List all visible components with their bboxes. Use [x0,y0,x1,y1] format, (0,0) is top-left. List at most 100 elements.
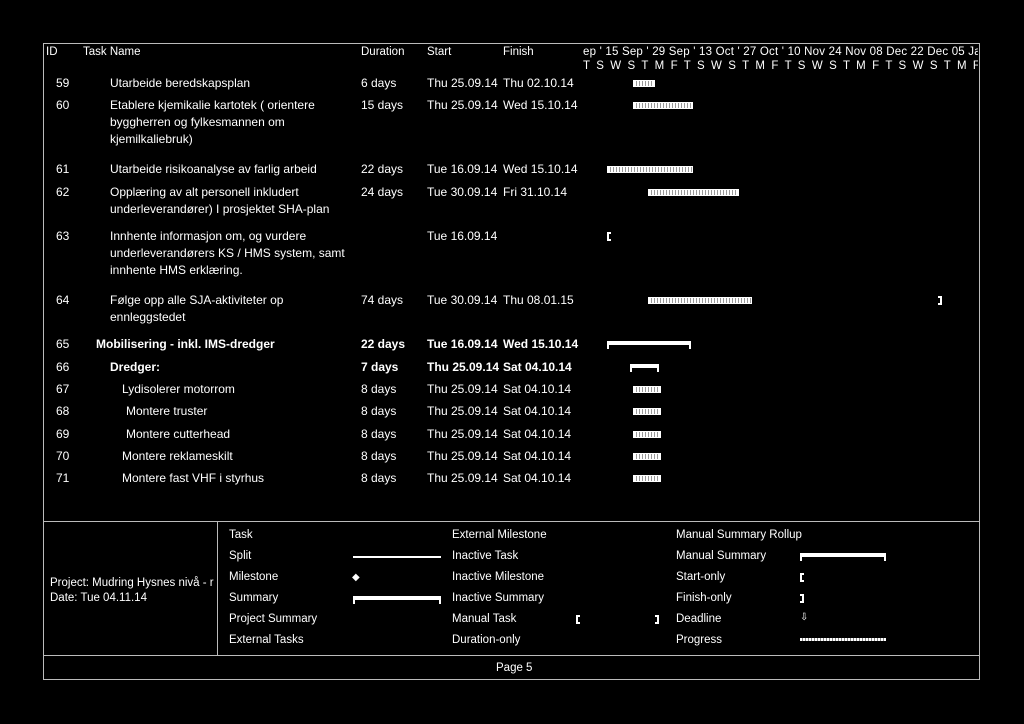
task-name[interactable]: Dredger: [110,359,355,376]
task-id: 69 [56,427,70,441]
task-id: 64 [56,293,70,307]
legend-label: Project Summary [229,613,318,625]
legend-label: Split [229,550,252,562]
task-bar[interactable] [647,189,740,196]
task-finish: Sat 04.10.14 [503,449,572,463]
col-start: Start [427,46,452,58]
task-duration: 8 days [361,404,397,418]
task-name[interactable]: Lydisolerer motorrom [122,381,367,398]
summary-symbol [353,596,441,604]
col-finish: Finish [503,46,534,58]
task-start: Thu 25.09.14 [427,449,498,463]
summary-bar[interactable] [607,341,692,349]
milestone-diamond-icon: ◆ [352,572,360,583]
legend-label: Progress [676,634,723,646]
task-start: Tue 30.09.14 [427,293,498,307]
task-bar[interactable] [607,166,694,173]
page-number: Page 5 [496,662,533,674]
task-bar[interactable] [647,297,752,304]
task-finish: Thu 08.01.15 [503,293,574,307]
legend-label: Manual Summary [676,550,767,562]
task-finish: Sat 04.10.14 [503,360,572,374]
legend-label: Deadline [676,613,722,625]
manual-task-start-icon [576,615,580,624]
task-id: 66 [56,360,70,374]
task-finish: Sat 04.10.14 [503,427,572,441]
task-bar[interactable] [633,453,662,460]
task-start: Thu 25.09.14 [427,471,498,485]
task-duration: 22 days [361,337,406,351]
task-duration: 74 days [361,293,404,307]
legend-label: External Tasks [229,634,304,646]
task-name[interactable]: Montere truster [126,403,371,420]
legend-label: Start-only [676,571,726,583]
task-finish: Thu 02.10.14 [503,76,574,90]
task-bar[interactable] [633,102,694,109]
task-id: 59 [56,76,70,90]
task-name[interactable]: Innhente informasjon om, og vurdere unde… [110,228,355,279]
task-name[interactable]: Montere cutterhead [126,426,371,443]
task-bar[interactable] [633,80,656,87]
task-name[interactable]: Etablere kjemikalie kartotek ( orientere… [110,97,355,148]
task-id: 70 [56,449,70,463]
legend-label: Finish-only [676,592,732,604]
task-finish: Sat 04.10.14 [503,404,572,418]
finish-marker[interactable] [937,296,942,305]
task-duration: 8 days [361,449,397,463]
legend-label: Summary [229,592,279,604]
task-name[interactable]: Montere reklameskilt [122,448,367,465]
task-duration: 6 days [361,76,397,90]
timescale-minor: T S W S T M F T S W S T M F T S W S T M … [583,60,978,72]
task-duration: 7 days [361,360,399,374]
task-id: 60 [56,98,70,112]
split-symbol [353,556,441,558]
start-only-marker[interactable] [607,232,611,241]
task-start: Tue 30.09.14 [427,185,498,199]
task-id: 63 [56,229,70,243]
task-name[interactable]: Følge opp alle SJA-aktiviteter op ennleg… [110,292,355,326]
task-start: Thu 25.09.14 [427,76,498,90]
progress-symbol [800,638,886,641]
task-finish: Wed 15.10.14 [503,98,578,112]
task-name[interactable]: Montere fast VHF i styrhus [122,470,367,487]
task-duration: 8 days [361,427,397,441]
project-name: Project: Mudring Hysnes nivå - r [50,577,214,589]
deadline-arrow-icon: ⇩ [800,612,809,623]
task-name[interactable]: Mobilisering - inkl. IMS-dredger [96,336,341,353]
task-id: 61 [56,162,70,176]
legend-label: External Milestone [452,529,547,541]
start-only-icon [800,573,804,582]
task-bar[interactable] [633,386,662,393]
task-bar[interactable] [633,475,662,482]
task-bar[interactable] [633,408,662,415]
summary-bar[interactable] [630,364,660,372]
task-id: 68 [56,404,70,418]
task-duration: 24 days [361,185,404,199]
manual-summary-symbol [800,553,886,561]
task-start: Thu 25.09.14 [427,404,498,418]
task-finish: Fri 31.10.14 [503,185,568,199]
task-name[interactable]: Utarbeide beredskapsplan [110,75,355,92]
col-duration: Duration [361,46,405,58]
task-duration: 8 days [361,471,397,485]
task-start: Thu 25.09.14 [427,382,498,396]
task-name[interactable]: Opplæring av alt personell inkludert und… [110,184,355,218]
task-finish: Wed 15.10.14 [503,162,578,176]
col-task-name: Task Name [83,46,141,58]
task-start: Tue 16.09.14 [427,337,498,351]
legend-label: Inactive Task [452,550,519,562]
task-duration: 15 days [361,98,404,112]
manual-task-end-icon [655,615,659,624]
legend-label: Manual Summary Rollup [676,529,802,541]
task-finish: Wed 15.10.14 [503,337,579,351]
task-start: Tue 16.09.14 [427,229,498,243]
task-start: Thu 25.09.14 [427,427,498,441]
task-name[interactable]: Utarbeide risikoanalyse av farlig arbeid [110,161,355,178]
task-duration: 8 days [361,382,397,396]
task-bar[interactable] [633,431,662,438]
timescale-major: ep ' 15 Sep ' 29 Sep ' 13 Oct ' 27 Oct '… [583,46,978,58]
report-date: Date: Tue 04.11.14 [50,592,147,604]
legend-label: Duration-only [452,634,521,646]
task-start: Thu 25.09.14 [427,360,500,374]
task-start: Tue 16.09.14 [427,162,498,176]
